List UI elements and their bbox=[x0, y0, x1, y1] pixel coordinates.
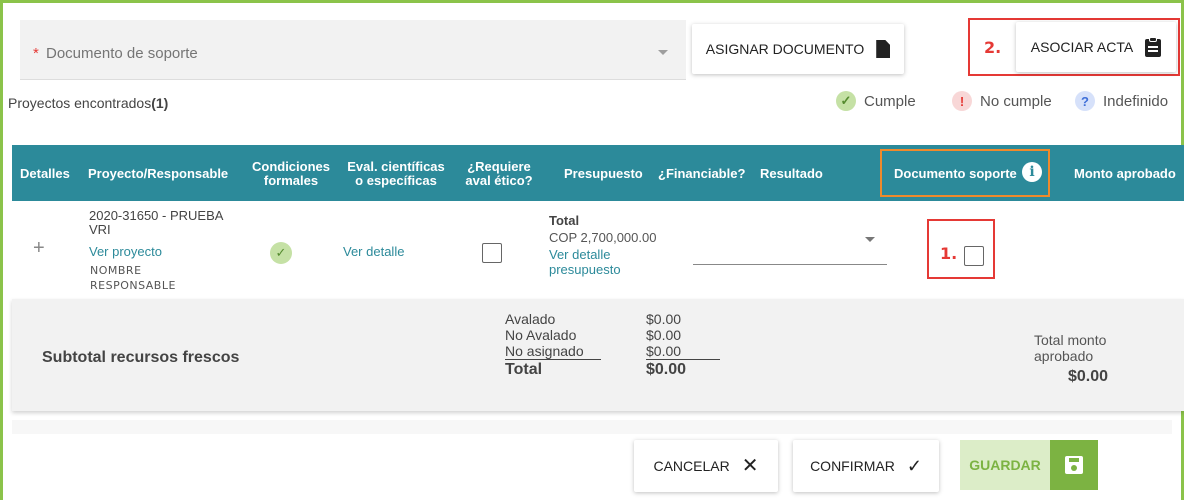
legend-no-cumple: ! No cumple bbox=[952, 90, 1052, 112]
legend-cumple-label: Cumple bbox=[864, 92, 916, 110]
divider bbox=[12, 420, 1172, 434]
header-aval: ¿Requiere aval ético? bbox=[465, 159, 533, 188]
header-presupuesto: Presupuesto bbox=[564, 166, 643, 181]
confirm-button[interactable]: CONFIRMAR ✓ bbox=[793, 440, 939, 492]
legend-indefinido-label: Indefinido bbox=[1103, 92, 1169, 110]
associate-acta-button[interactable]: ASOCIAR ACTA bbox=[1016, 22, 1176, 72]
annotation-step1: 1. bbox=[940, 244, 958, 263]
project-code: 2020-31650 - PRUEBA VRI bbox=[89, 208, 223, 237]
view-budget-link[interactable]: Ver detalle presupuesto bbox=[549, 247, 659, 277]
exclamation-icon: ! bbox=[952, 91, 972, 111]
cancel-label: CANCELAR bbox=[653, 458, 730, 474]
summary-value: $0.00 bbox=[646, 327, 682, 343]
summary-value: $0.00 bbox=[646, 343, 720, 360]
table-row: + 2020-31650 - PRUEBA VRI Ver proyecto N… bbox=[12, 201, 1184, 299]
resultado-select[interactable] bbox=[693, 221, 887, 265]
document-support-select[interactable]: * Documento de soporte bbox=[20, 20, 686, 80]
check-icon: ✓ bbox=[836, 91, 856, 111]
cancel-button[interactable]: CANCELAR ✕ bbox=[634, 440, 778, 492]
save-label: GUARDAR bbox=[960, 440, 1050, 490]
save-icon-box bbox=[1050, 440, 1098, 490]
projects-found-label: Proyectos encontrados bbox=[8, 95, 152, 111]
summary-label: No Avalado bbox=[505, 327, 577, 343]
header-detalles: Detalles bbox=[20, 166, 70, 181]
expand-icon[interactable]: + bbox=[33, 237, 45, 260]
summary-label: Total bbox=[505, 361, 543, 378]
budget-total-value: COP 2,700,000.00 bbox=[549, 230, 657, 245]
question-icon: ? bbox=[1075, 91, 1095, 111]
header-condiciones: Condiciones formales bbox=[251, 159, 330, 188]
header-financiable: ¿Financiable? bbox=[658, 166, 746, 181]
aval-etico-checkbox[interactable] bbox=[482, 243, 502, 263]
info-icon[interactable]: i bbox=[1022, 162, 1042, 182]
header-resultado: Resultado bbox=[760, 166, 823, 181]
legend-no-cumple-label: No cumple bbox=[980, 92, 1052, 110]
legend-indefinido: ? Indefinido bbox=[1075, 90, 1168, 112]
projects-found: Proyectos encontrados(1) bbox=[8, 95, 168, 111]
chevron-down-icon[interactable] bbox=[658, 50, 668, 55]
summary-value: $0.00 bbox=[646, 311, 682, 327]
summary-label: Avalado bbox=[505, 311, 556, 327]
documento-soporte-checkbox[interactable] bbox=[964, 246, 984, 266]
subtotal-label: Subtotal recursos frescos bbox=[42, 349, 240, 366]
assign-document-label: ASIGNAR DOCUMENTO bbox=[705, 41, 865, 57]
total-monto-value: $0.00 bbox=[1068, 368, 1109, 385]
close-icon: ✕ bbox=[741, 455, 759, 477]
clipboard-icon bbox=[1145, 37, 1162, 57]
budget-total-label: Total bbox=[549, 213, 580, 228]
projects-found-count: (1) bbox=[151, 95, 169, 111]
associate-acta-label: ASOCIAR ACTA bbox=[1030, 39, 1134, 55]
subtotal-panel: Subtotal recursos frescos Avalado No Ava… bbox=[12, 299, 1184, 411]
assign-document-button[interactable]: ASIGNAR DOCUMENTO bbox=[692, 24, 904, 74]
check-icon: ✓ bbox=[906, 455, 922, 476]
total-monto-label: Total monto aprobado bbox=[1034, 332, 1107, 364]
view-eval-detail-link[interactable]: Ver detalle bbox=[343, 244, 404, 259]
responsable-name: NOMBRE RESPONSABLE bbox=[90, 264, 176, 292]
required-mark: * bbox=[33, 45, 39, 62]
header-eval: Eval. científicas o específicas bbox=[347, 159, 445, 188]
header-proyecto: Proyecto/Responsable bbox=[88, 166, 229, 181]
summary-label: No asignado bbox=[505, 343, 601, 360]
legend-cumple: ✓ Cumple bbox=[836, 90, 916, 112]
document-icon bbox=[876, 40, 891, 58]
header-documento: Documento soporte bbox=[894, 166, 1017, 181]
table-header: Detalles Proyecto/Responsable Condicione… bbox=[12, 145, 1184, 201]
annotation-box-step1 bbox=[927, 219, 995, 279]
chevron-down-icon[interactable] bbox=[865, 237, 875, 242]
summary-value: $0.00 bbox=[646, 361, 687, 378]
check-icon: ✓ bbox=[270, 242, 292, 264]
confirm-label: CONFIRMAR bbox=[810, 458, 895, 474]
view-project-link[interactable]: Ver proyecto bbox=[89, 244, 162, 259]
header-monto: Monto aprobado bbox=[1074, 166, 1176, 181]
floppy-icon bbox=[1065, 456, 1083, 474]
annotation-step2: 2. bbox=[984, 38, 1002, 57]
save-button[interactable]: GUARDAR bbox=[960, 440, 1098, 490]
document-support-placeholder: Documento de soporte bbox=[46, 45, 198, 62]
